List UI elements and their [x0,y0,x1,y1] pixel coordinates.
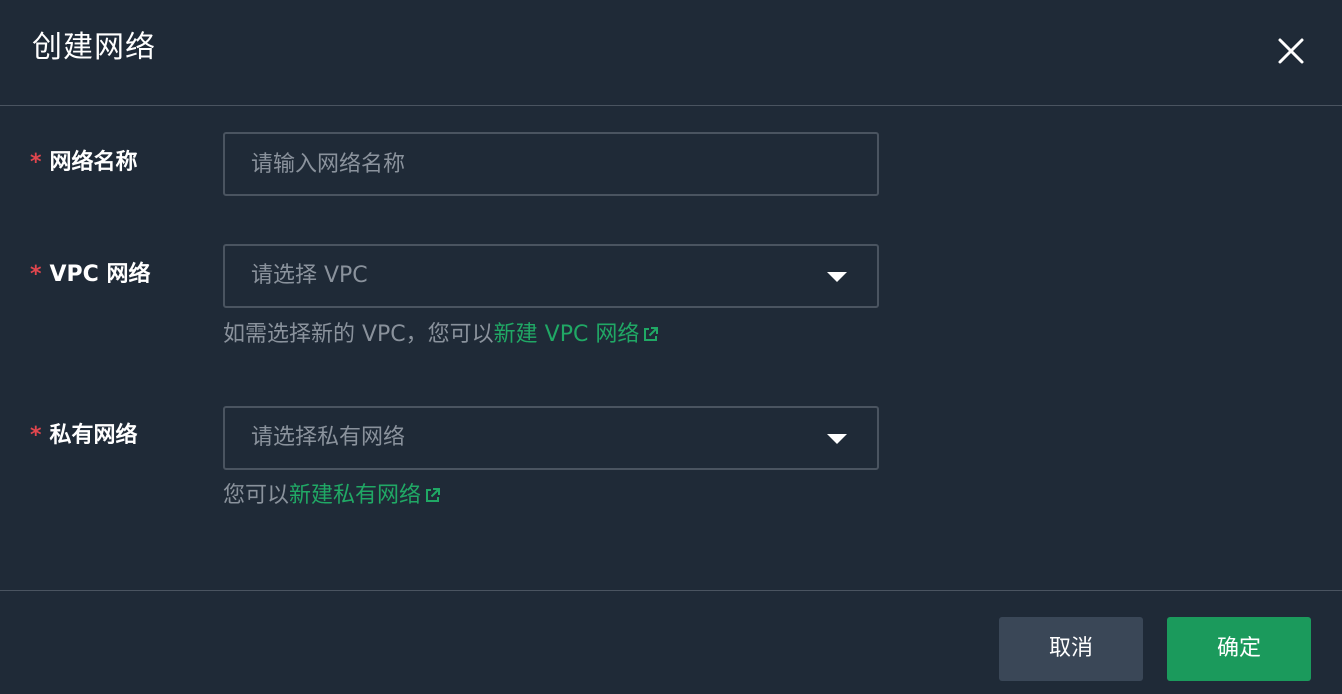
vpc-select[interactable]: 请选择 VPC [223,244,879,308]
network-name-input[interactable] [225,134,877,194]
external-link-icon [644,327,659,341]
close-icon [1278,38,1304,64]
private-network-select[interactable]: 请选择私有网络 [223,406,879,470]
network-name-field [223,132,879,196]
private-network-label: * 私有网络 [30,421,138,451]
chevron-down-icon [827,434,847,444]
private-network-help-text: 您可以新建私有网络 [223,481,441,511]
create-private-network-link[interactable]: 新建私有网络 [289,483,441,508]
cancel-button[interactable]: 取消 [999,617,1143,681]
chevron-down-icon [827,272,847,282]
vpc-label-text: VPC 网络 [49,262,151,287]
dialog-footer: 取消 确定 [0,590,1342,694]
create-vpc-link[interactable]: 新建 VPC 网络 [494,322,660,347]
private-network-label-text: 私有网络 [49,423,138,448]
private-network-help-prefix: 您可以 [223,483,290,508]
network-name-label-text: 网络名称 [49,150,138,175]
private-network-select-placeholder: 请选择私有网络 [251,425,406,450]
create-network-dialog: 创建网络 * 网络名称 * VPC 网络 请选择 VPC 如需选择新的 VPC，您可… [0,0,1342,694]
required-mark: * [30,423,42,448]
create-vpc-link-text: 新建 VPC 网络 [493,322,640,347]
required-mark: * [30,150,42,175]
vpc-help-text: 如需选择新的 VPC，您可以新建 VPC 网络 [223,320,659,350]
required-mark: * [30,262,42,287]
vpc-label: * VPC 网络 [30,260,150,290]
dialog-title: 创建网络 [32,30,156,65]
vpc-help-prefix: 如需选择新的 VPC，您可以 [223,322,494,347]
close-button[interactable] [1274,34,1308,68]
confirm-button[interactable]: 确定 [1167,617,1311,681]
network-name-label: * 网络名称 [30,148,138,178]
dialog-header: 创建网络 [0,0,1342,106]
external-link-icon [426,488,441,502]
create-private-network-link-text: 新建私有网络 [289,483,422,508]
vpc-select-placeholder: 请选择 VPC [251,263,368,288]
